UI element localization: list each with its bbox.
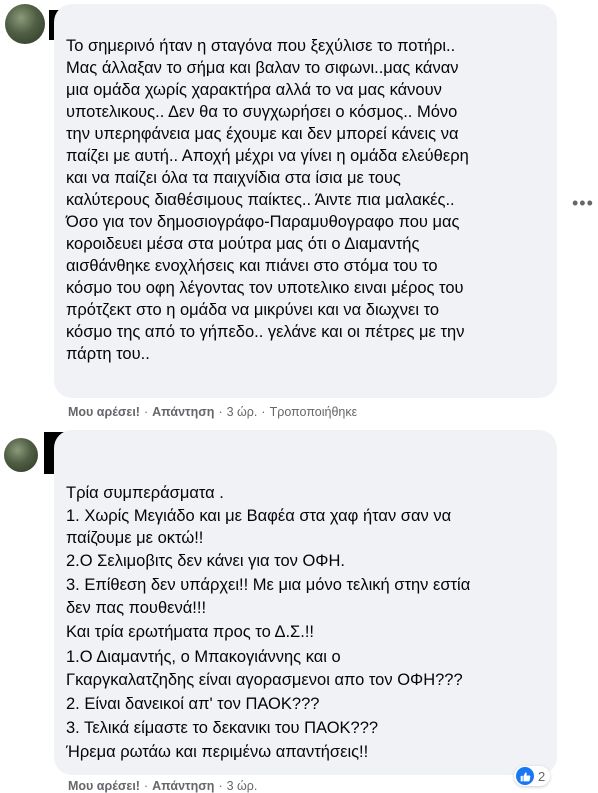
commenter-avatar[interactable] [4,438,38,472]
comment-text-line: Και τρία ερωτήματα προς το Δ.Σ.!! [66,623,314,641]
comment-text-line: υποτελικους.. Δεν θα το συγχωρήσει ο κόσ… [66,103,458,121]
comment-text-line: Το σημερινό ήταν η σταγόνα που ξεχύλισε … [66,37,456,55]
comment-text-line: 3. Τελικά είμαστε το δεκανικι του ΠΑΟΚ??… [66,719,379,737]
comment-actions: Μου αρέσει! · Απάντηση · 3 ώρ. · Τροποποιήθηκε [68,405,358,419]
comment-text-line: παίζουμε με οκτώ!! [66,529,204,547]
comment-text-line: την υπερηφάνεια μας έχουμε και δεν μπορε… [66,125,459,143]
commenter-avatar[interactable] [5,4,45,44]
comment-text-line: 2.Ο Σελιμοβιτς δεν κάνει για τον ΟΦΗ. [66,552,345,570]
comment-text-line: πρότζεκτ στο η ομάδα να μικρύνει και να … [66,301,440,319]
comment-bubble: Τρία συμπεράσματα . 1. Χωρίς Μεγιάδο και… [54,430,557,775]
timestamp[interactable]: 3 ώρ. [227,405,258,419]
comment-text-line: Όσο για τον δημοσιογράφο-Παραμυθογραφο π… [66,213,460,231]
comment-text-line: Ήρεμα ρωτάω και περιμένω απαντήσεις!! [66,743,369,761]
comment-bubble: Το σημερινό ήταν η σταγόνα που ξεχύλισε … [54,4,557,398]
comment-text-line: κόσμο της από το γήπεδο.. γελάνε και οι … [66,323,465,341]
comment-text-line: Μας άλλαξαν το σήμα και βαλαν το σιφωνι.… [66,59,459,77]
comment-text-line: και να παίζει όλα τα παιχνίδια στα ίσια … [66,169,401,187]
more-options-icon[interactable]: ••• [572,194,594,212]
timestamp[interactable]: 3 ώρ. [227,779,258,793]
comment-text-line: 1. Χωρίς Μεγιάδο και με Βαφέα στα χαφ ήτ… [66,507,452,525]
comment-text-line: 1.Ο Διαμαντής, ο Μπακογιάννης και ο [66,648,341,666]
comment-text-line: 3. Επίθεση δεν υπάρχει!! Με μια μόνο τελ… [66,576,471,594]
like-button[interactable]: Μου αρέσει! [68,779,140,793]
comment-text-line: κόσμο του οφη λέγοντας τον υποτελικο ειν… [66,279,464,297]
comment-text-line: Γκαργκαλατζηδης είναι αγορασμενοι απο το… [66,671,463,689]
comment-text-line: πάρτη του.. [66,345,150,363]
comment-actions: Μου αρέσει! · Απάντηση · 3 ώρ. [68,779,258,793]
edited-label: Τροποποιήθηκε [269,405,358,419]
comment-text-line: Τρία συμπεράσματα . [66,484,224,502]
like-button[interactable]: Μου αρέσει! [68,405,140,419]
thumbs-up-icon [516,767,534,785]
comment-text-line: αισθάνθηκε ενοχλήσεις και πιάνει στο στό… [66,257,438,275]
reaction-summary[interactable]: 2 [514,766,551,786]
comment-text-line: κοροιδευει μέσα στα μούτρα μας ότι ο Δια… [66,235,420,253]
comment-text-line: δεν πας πουθενά!!! [66,599,207,617]
comment-text-line: 2. Είναι δανεικοί απ' τον ΠΑΟΚ??? [66,695,320,713]
reply-button[interactable]: Απάντηση [152,779,214,793]
reply-button[interactable]: Απάντηση [152,405,214,419]
comment-text-line: καλύτερους διαθέσιμους παίκτες.. Άιντε π… [66,191,455,209]
comment-text-line: παίζει με αυτή.. Αποχή μέχρι να γίνει η … [66,147,469,165]
comment-text-line: μια ομάδα χωρίς χαρακτήρα αλλά το να μας… [66,81,442,99]
reaction-count: 2 [538,768,546,784]
